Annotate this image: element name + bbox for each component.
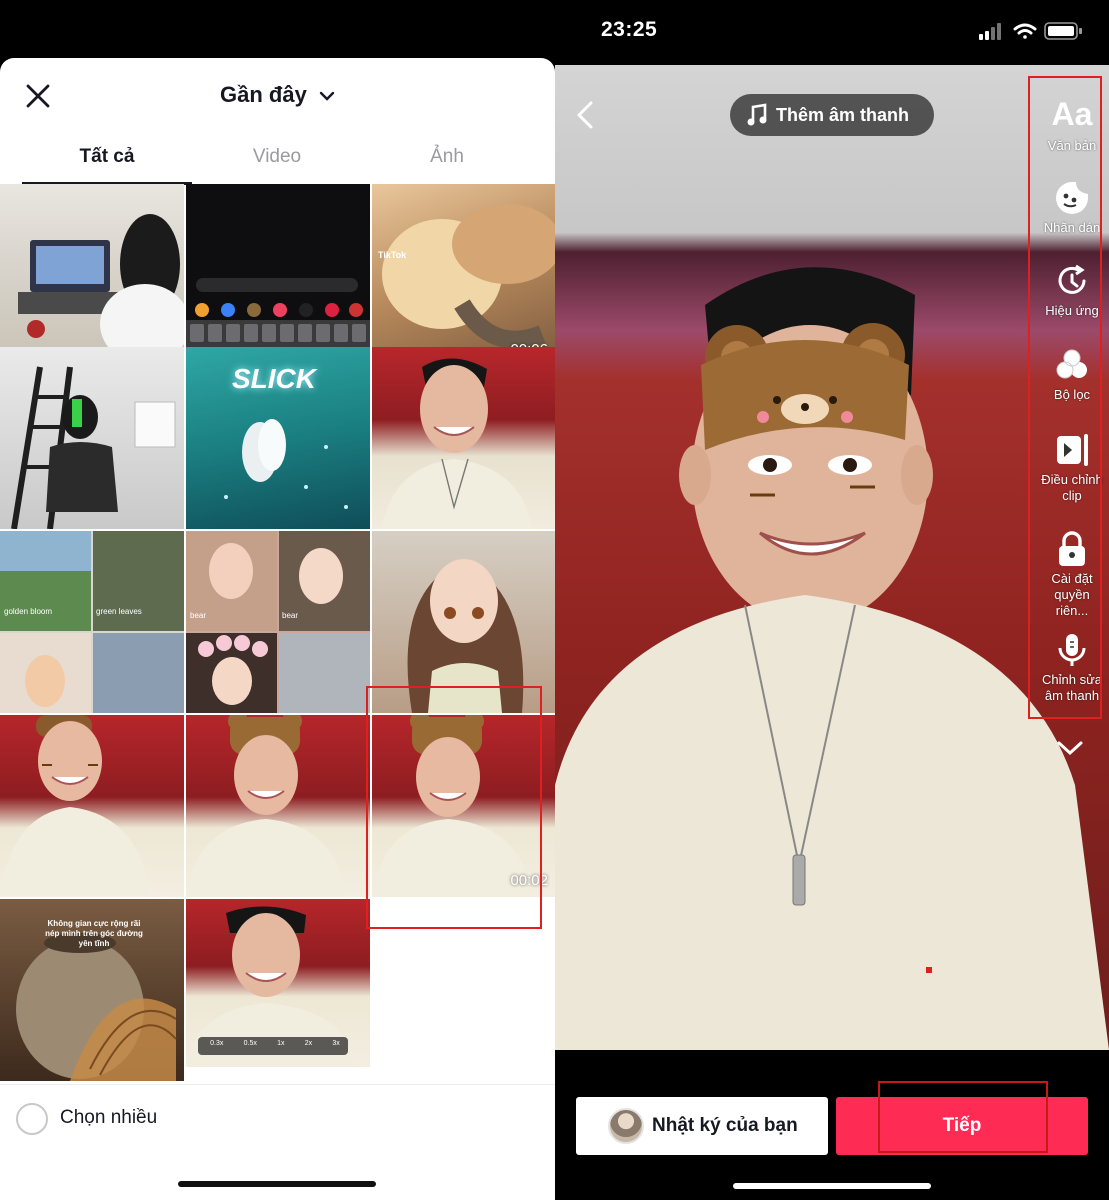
video-frame (555, 65, 1109, 1050)
media-thumb[interactable] (0, 715, 184, 897)
battery-icon (1044, 22, 1082, 40)
video-editor-screen: 23:25 Thêm âm thanh Aa Văn bản Nhãn dán … (555, 0, 1109, 1200)
signal-icon (979, 23, 1001, 40)
avatar (608, 1108, 644, 1144)
wifi-icon (1013, 23, 1037, 39)
office-scene (18, 214, 184, 364)
status-icons (979, 22, 1082, 40)
speed-option: 2x (304, 1040, 313, 1047)
multi-select-checkbox[interactable] (16, 1103, 48, 1135)
speed-option: 3x (332, 1040, 340, 1047)
home-indicator (178, 1181, 376, 1187)
media-thumb[interactable] (372, 347, 555, 529)
video-preview[interactable] (555, 65, 1109, 1050)
media-picker-sheet: Gần đây Tất cả Video Ảnh TikTok SLICK go… (0, 58, 555, 1200)
ladder-scene (11, 366, 176, 529)
editor-bottom-bar: Nhật ký của bạn Tiếp (555, 1050, 1109, 1200)
media-tabs: Tất cả Video Ảnh (0, 138, 555, 185)
keyboard-screenshot (186, 278, 370, 366)
speed-option: 0.5x (243, 1040, 257, 1047)
media-thumb[interactable]: bear bear (186, 531, 370, 713)
tab-video[interactable]: Video (192, 146, 362, 168)
effect-name: bear (282, 611, 299, 620)
add-sound-button[interactable]: Thêm âm thanh (730, 94, 934, 136)
back-icon[interactable] (573, 100, 599, 130)
food-scene (382, 204, 555, 349)
speed-option: 0.3x (210, 1040, 224, 1047)
album-selector[interactable]: Gần đây (0, 82, 555, 108)
media-thumb[interactable]: SLICK (186, 347, 370, 529)
add-sound-label: Thêm âm thanh (776, 105, 910, 125)
music-note-icon (747, 103, 767, 126)
media-thumb[interactable]: golden bloom green leaves (0, 531, 184, 713)
status-time: 23:25 (601, 18, 658, 41)
chevron-down-icon[interactable] (1055, 738, 1085, 758)
man-bear-sticker (0, 715, 150, 897)
man-bear-sticker (186, 715, 346, 897)
media-picker-screen: Gần đây Tất cả Video Ảnh TikTok SLICK go… (0, 0, 555, 1200)
media-grid: TikTok 00:06 SLICK golden bloom green le… (0, 184, 555, 1084)
your-diary-button[interactable]: Nhật ký của bạn (576, 1097, 828, 1155)
album-title: Gần đây (220, 82, 307, 107)
media-thumb[interactable] (186, 184, 370, 366)
speed-bar: 0.3x 0.5x 1x 2x 3x (200, 1040, 350, 1047)
media-thumb[interactable]: 0.3x 0.5x 1x 2x 3x (186, 899, 370, 1067)
highlight-box (878, 1081, 1048, 1153)
video-caption: Không gian cực rộng rãi nép mình trên gó… (45, 919, 143, 948)
highlight-box (1028, 76, 1102, 719)
media-thumb[interactable]: TikTok 00:06 (372, 184, 555, 366)
man-portrait (382, 358, 532, 529)
slick-text: SLICK (232, 363, 316, 394)
media-thumb[interactable] (0, 347, 184, 529)
home-indicator (733, 1183, 931, 1189)
media-thumb[interactable] (0, 184, 184, 366)
speed-option: 1x (277, 1040, 285, 1047)
effect-name: bear (190, 611, 207, 620)
media-thumb[interactable]: Không gian cực rộng rãi nép mình trên gó… (0, 899, 184, 1081)
highlight-box (366, 686, 542, 929)
sound-name: green leaves (96, 607, 142, 616)
tab-photo[interactable]: Ảnh (362, 146, 532, 168)
media-thumb[interactable] (186, 715, 370, 897)
multi-select-label[interactable]: Chọn nhiều (60, 1107, 157, 1129)
sound-name: golden bloom (4, 607, 53, 616)
tiktok-watermark: TikTok (378, 250, 407, 260)
collage-scene (0, 531, 184, 713)
chevron-down-icon (319, 91, 335, 101)
diary-label: Nhật ký của bạn (652, 1115, 798, 1136)
girls-collage (186, 531, 370, 713)
tab-all[interactable]: Tất cả (22, 146, 192, 168)
